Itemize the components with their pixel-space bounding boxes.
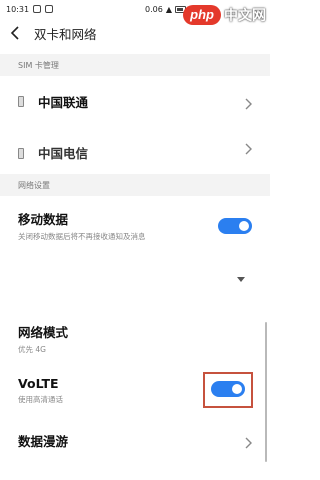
notification-icon-2 [45, 5, 54, 13]
toggle-knob [239, 221, 249, 231]
back-arrow-icon [10, 26, 19, 40]
mobile-data-toggle[interactable] [218, 218, 252, 234]
network-speed: 0.06 [145, 4, 163, 14]
toggle-knob [232, 384, 242, 394]
network-mode-label: 网络模式 [18, 324, 69, 340]
status-time: 10:31 [6, 4, 30, 14]
scrollbar[interactable] [265, 322, 267, 462]
volte-label: VoLTE [18, 375, 59, 391]
sim-card-label: 中国联通 [38, 94, 89, 110]
mobile-data-label: 移动数据 [18, 211, 69, 227]
volte-subtitle: 使用高清通话 [18, 394, 63, 404]
page-header: 双卡和网络 [0, 20, 270, 46]
sim-card-row-1[interactable]: 中国联通 [0, 82, 270, 120]
section-header-network: 网络设置 [0, 174, 270, 196]
mobile-data-subtitle: 关闭移动数据后将不再接收通知及消息 [18, 231, 146, 241]
data-roaming-row[interactable]: 数据漫游 [0, 424, 270, 456]
volte-toggle[interactable] [211, 381, 245, 397]
chevron-right-icon [244, 434, 252, 449]
section-title-network: 网络设置 [18, 180, 50, 190]
back-button[interactable] [0, 20, 30, 46]
chevron-right-icon [244, 95, 252, 110]
section-header-sim: SIM 卡管理 [0, 54, 270, 76]
sim-card-row-2[interactable]: 中国电信 [0, 128, 270, 164]
sim-card-label: 中国电信 [38, 145, 89, 161]
sim-card-icon [18, 147, 24, 159]
expand-row[interactable] [0, 266, 270, 294]
network-mode-row[interactable]: 网络模式 优先 4G [0, 318, 270, 358]
data-roaming-label: 数据漫游 [18, 433, 69, 449]
page-title: 双卡和网络 [34, 26, 97, 42]
notification-icon [33, 5, 42, 13]
chevron-right-icon [244, 140, 252, 155]
network-mode-subtitle: 优先 4G [18, 344, 46, 354]
chevron-down-icon [237, 277, 245, 282]
section-title-sim: SIM 卡管理 [18, 60, 59, 70]
sim-card-icon [18, 95, 24, 107]
signal-icon: ▲ [165, 4, 172, 14]
